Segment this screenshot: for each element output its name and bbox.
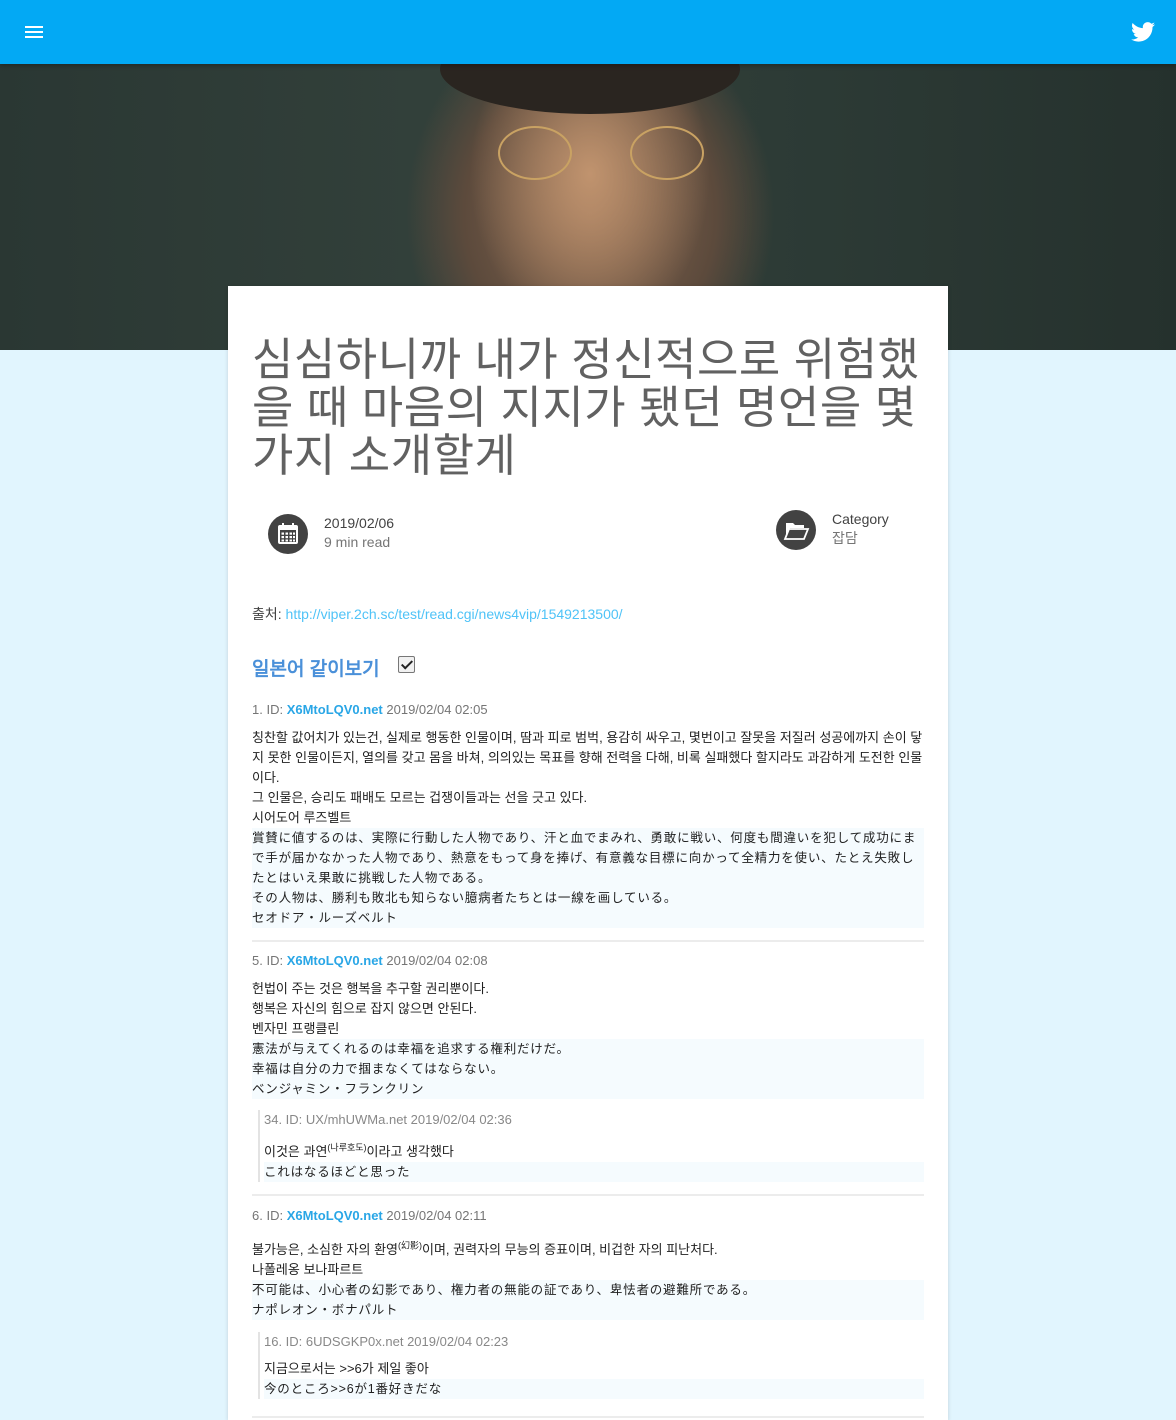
post-text: 불가능은, 소심한 자의 환영(幻影)이며, 권력자의 무능의 증표이며, 비겁… <box>252 1240 718 1257</box>
jp-toggle-checkbox[interactable] <box>398 656 415 673</box>
post-korean: 헌법이 주는 것은 행복을 추구할 권리뿐이다. 행복은 자신의 힘으로 잡지 … <box>252 979 924 1039</box>
category-label: Category <box>832 511 889 527</box>
read-time: 9 min read <box>324 534 391 550</box>
article-title: 심심하니까 내가 정신적으로 위험했을 때 마음의 지지가 됐던 명언을 몇가지… <box>252 334 920 481</box>
post: 5. ID: X6MtoLQV0.net 2019/02/04 02:08 헌법… <box>252 951 924 1099</box>
post-text: 벤자민 프랭클린 <box>252 1021 340 1036</box>
source-label: 출처: <box>252 606 286 622</box>
post-user-id[interactable]: X6MtoLQV0.net <box>287 1208 383 1223</box>
post-header: 1. ID: X6MtoLQV0.net 2019/02/04 02:05 <box>252 700 924 720</box>
reply-header: 16. ID: 6UDSGKP0x.net 2019/02/04 02:23 <box>264 1334 509 1349</box>
ruby-text: (幻影) <box>398 1240 423 1251</box>
post-number: 5. ID: <box>252 953 287 968</box>
post-text: 幸福は自分の力で掴まなくてはならない。 <box>252 1062 505 1076</box>
reply: 16. ID: 6UDSGKP0x.net 2019/02/04 02:23 지… <box>258 1332 924 1399</box>
twitter-icon[interactable] <box>1131 22 1155 42</box>
post-text: 헌법이 주는 것은 행복을 추구할 권리뿐이다. <box>252 981 489 996</box>
post-japanese: 憲法が与えてくれるのは幸福を追求する権利だけだ。 幸福は自分の力で掴まなくてはな… <box>252 1039 924 1099</box>
category-meta: Category 잡담 <box>832 510 889 548</box>
post-header: 5. ID: X6MtoLQV0.net 2019/02/04 02:08 <box>252 951 924 971</box>
post-japanese: 不可能は、小心者の幻影であり、権力者の無能の証であり、卑怯者の避難所である。 ナ… <box>252 1280 924 1320</box>
article-card: 심심하니까 내가 정신적으로 위험했을 때 마음의 지지가 됐던 명언을 몇가지… <box>228 286 948 1420</box>
post-number: 1. ID: <box>252 702 287 717</box>
post-text: ナポレオン・ボナパルト <box>252 1303 399 1317</box>
post-text: セオドア・ルーズベルト <box>252 911 398 925</box>
post-meta: 2019/02/06 9 min read <box>324 514 394 552</box>
post-text: 賞賛に値するのは、実際に行動した人物であり、汗と血でまみれ、勇敢に戦い、何度も間… <box>252 831 917 885</box>
post-number: 6. ID: <box>252 1208 287 1223</box>
ruby-text: (나루호도) <box>327 1142 367 1153</box>
post-text: 나폴레옹 보나파르트 <box>252 1262 364 1277</box>
post-text: 憲法が与えてくれるのは幸福を追求する権利だけだ。 <box>252 1042 570 1056</box>
post-text: その人物は、勝利も敗北も知らない臆病者たちとは一線を画している。 <box>252 891 678 905</box>
reply-japanese: これはなるほどと思った <box>264 1162 924 1182</box>
reply: 34. ID: UX/mhUWMa.net 2019/02/04 02:36 이… <box>258 1110 924 1182</box>
post-text: ベンジャミン・フランクリン <box>252 1082 425 1096</box>
post-text: 행복은 자신의 힘으로 잡지 않으면 안된다. <box>252 1001 477 1016</box>
divider <box>252 1194 924 1196</box>
post-user-id[interactable]: X6MtoLQV0.net <box>287 953 383 968</box>
top-app-bar <box>0 0 1176 64</box>
post-text: 그 인물은, 승리도 패배도 모르는 겁쟁이들과는 선을 긋고 있다. <box>252 790 588 805</box>
category-link[interactable]: 잡담 <box>832 529 889 548</box>
post-time: 2019/02/04 02:11 <box>382 1208 487 1223</box>
post-korean: 불가능은, 소심한 자의 환영(幻影)이며, 권력자의 무능의 증표이며, 비겁… <box>252 1240 924 1280</box>
post: 1. ID: X6MtoLQV0.net 2019/02/04 02:05 칭찬… <box>252 700 924 928</box>
post-korean: 칭찬할 값어치가 있는건, 실제로 행동한 인물이며, 땀과 피로 범벅, 용감… <box>252 728 924 828</box>
post-japanese: 賞賛に値するのは、実際に行動した人物であり、汗と血でまみれ、勇敢に戦い、何度も間… <box>252 828 924 928</box>
reply-korean: 지금으로서는 >>6가 제일 좋아 <box>264 1361 429 1376</box>
menu-icon[interactable] <box>25 26 43 38</box>
post-text: 不可能は、小心者の幻影であり、権力者の無能の証であり、卑怯者の避難所である。 <box>252 1283 757 1297</box>
reply-japanese: 今のところ>>6が1番好きだな <box>264 1379 924 1399</box>
post-user-id[interactable]: X6MtoLQV0.net <box>287 702 383 717</box>
post: 6. ID: X6MtoLQV0.net 2019/02/04 02:11 불가… <box>252 1206 924 1320</box>
post-time: 2019/02/04 02:05 <box>382 702 488 717</box>
divider <box>252 1416 924 1418</box>
reply-header: 34. ID: UX/mhUWMa.net 2019/02/04 02:36 <box>264 1112 512 1127</box>
post-text: 칭찬할 값어치가 있는건, 실제로 행동한 인물이며, 땀과 피로 범벅, 용감… <box>252 730 923 785</box>
calendar-icon <box>268 514 308 554</box>
post-header: 6. ID: X6MtoLQV0.net 2019/02/04 02:11 <box>252 1206 924 1226</box>
jp-toggle-label[interactable]: 일본어 같이보기 <box>252 654 380 681</box>
source-line: 출처: http://viper.2ch.sc/test/read.cgi/ne… <box>252 604 623 624</box>
folder-open-icon <box>776 510 816 550</box>
post-text: 시어도어 루즈벨트 <box>252 810 352 825</box>
divider <box>252 940 924 942</box>
source-link[interactable]: http://viper.2ch.sc/test/read.cgi/news4v… <box>286 606 623 622</box>
post-date: 2019/02/06 <box>324 515 395 531</box>
post-time: 2019/02/04 02:08 <box>382 953 488 968</box>
reply-korean: 이것은 과연(나루호도)이라고 생각했다 <box>264 1142 454 1159</box>
